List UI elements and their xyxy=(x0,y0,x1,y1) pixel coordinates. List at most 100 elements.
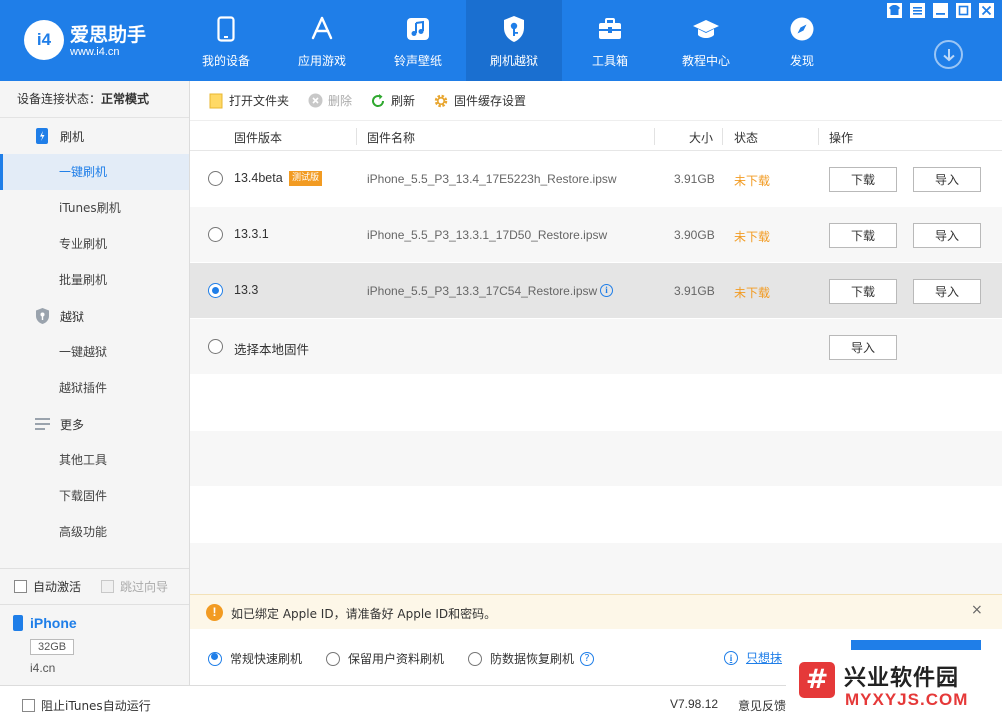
firmware-status: 未下载 xyxy=(734,286,771,300)
firmware-radio[interactable] xyxy=(208,283,223,298)
device-site: i4.cn xyxy=(30,661,56,675)
table-row[interactable]: 13.4beta 测试版 iPhone_5.5_P3_13.4_17E5223h… xyxy=(190,151,1002,207)
nav-toolbox[interactable]: 工具箱 xyxy=(562,0,658,81)
open-folder-button[interactable]: 打开文件夹 xyxy=(208,92,289,109)
close-icon xyxy=(981,5,992,16)
sidebar-item-one-click-jailbreak[interactable]: 一键越狱 xyxy=(0,334,189,370)
skip-guide-option: 跳过向导 xyxy=(101,578,168,595)
auto-activate-checkbox[interactable] xyxy=(14,580,27,593)
import-local-button[interactable]: 导入 xyxy=(829,335,897,360)
toolbar: 打开文件夹 删除 刷新 固件缓存设置 xyxy=(190,81,1002,121)
firmware-filename: iPhone_5.5_P3_13.3_17C54_Restore.ipsw xyxy=(367,284,598,298)
maximize-button[interactable] xyxy=(956,3,971,18)
mode-fast-flash[interactable]: 常规快速刷机 xyxy=(208,650,302,667)
gear-icon xyxy=(433,93,449,109)
menu-icon xyxy=(913,7,922,15)
main-panel: 打开文件夹 删除 刷新 固件缓存设置 固件版本 固件名称 大小 状态 操作 13… xyxy=(190,81,1002,685)
download-manager-button[interactable] xyxy=(934,40,963,69)
app-header: i4 爱思助手 www.i4.cn 我的设备 应用游戏 铃声壁纸 刷机越狱 工具… xyxy=(0,0,1002,81)
empty-row xyxy=(190,375,1002,431)
firmware-radio[interactable] xyxy=(208,171,223,186)
download-arrow-icon xyxy=(942,48,955,61)
header-separator xyxy=(818,128,819,145)
sidebar-item-itunes-flash[interactable]: iTunes刷机 xyxy=(0,190,189,226)
sidebar-group-jailbreak: 越狱 xyxy=(0,298,189,334)
sidebar-item-one-click-flash[interactable]: 一键刷机 xyxy=(0,154,189,190)
mode-keep-data-radio[interactable] xyxy=(326,651,340,666)
sidebar-item-advanced[interactable]: 高级功能 xyxy=(0,514,189,550)
firmware-size: 3.90GB xyxy=(674,228,715,242)
sidebar-item-pro-flash[interactable]: 专业刷机 xyxy=(0,226,189,262)
feedback-link[interactable]: 意见反馈 xyxy=(738,697,786,714)
nav-flash-jailbreak[interactable]: 刷机越狱 xyxy=(466,0,562,81)
mode-anti-recovery[interactable]: 防数据恢复刷机 ? xyxy=(468,650,595,667)
menu-lines-icon xyxy=(34,415,50,433)
auto-activate-option[interactable]: 自动激活 xyxy=(14,578,81,595)
firmware-radio[interactable] xyxy=(208,227,223,242)
nav-tutorials[interactable]: 教程中心 xyxy=(658,0,754,81)
nav-ringtones[interactable]: 铃声壁纸 xyxy=(370,0,466,81)
firmware-table-body: 13.4beta 测试版 iPhone_5.5_P3_13.4_17E5223h… xyxy=(190,151,1002,599)
iphone-icon xyxy=(13,615,23,631)
delete-button: 删除 xyxy=(307,92,352,109)
sidebar-item-batch-flash[interactable]: 批量刷机 xyxy=(0,262,189,298)
logo-badge: i4 xyxy=(24,20,64,60)
firmware-version: 13.3.1 xyxy=(234,227,269,241)
sidebar-item-jailbreak-plugins[interactable]: 越狱插件 xyxy=(0,370,189,406)
device-panel[interactable]: iPhone 32GB i4.cn xyxy=(0,604,189,685)
mode-fast-radio[interactable] xyxy=(208,651,222,666)
nav-my-device[interactable]: 我的设备 xyxy=(178,0,274,81)
firmware-status: 未下载 xyxy=(734,230,771,244)
erase-only-link[interactable]: i 只想抹 xyxy=(724,649,782,666)
block-itunes-checkbox[interactable] xyxy=(22,699,35,712)
table-row[interactable]: 13.3 iPhone_5.5_P3_13.3_17C54_Restore.ip… xyxy=(190,263,1002,319)
menu-button[interactable] xyxy=(910,3,925,18)
mode-keep-data[interactable]: 保留用户资料刷机 xyxy=(326,650,444,667)
minimize-icon xyxy=(936,13,945,15)
local-firmware-radio[interactable] xyxy=(208,339,223,354)
header-name: 固件名称 xyxy=(367,131,416,145)
header-version: 固件版本 xyxy=(234,131,283,145)
sidebar-item-download-firmware[interactable]: 下载固件 xyxy=(0,478,189,514)
cache-settings-button[interactable]: 固件缓存设置 xyxy=(433,92,526,109)
info-icon[interactable]: i xyxy=(600,284,613,297)
table-row[interactable]: 选择本地固件 导入 xyxy=(190,319,1002,375)
warning-icon: ! xyxy=(206,604,223,621)
app-logo[interactable]: i4 爱思助手 www.i4.cn xyxy=(24,18,164,64)
delete-icon xyxy=(307,93,323,109)
import-button[interactable]: 导入 xyxy=(913,167,981,192)
firmware-table-header: 固件版本 固件名称 大小 状态 操作 xyxy=(190,123,1002,151)
device-name: iPhone xyxy=(30,615,77,631)
refresh-button[interactable]: 刷新 xyxy=(370,92,415,109)
import-button[interactable]: 导入 xyxy=(913,279,981,304)
firmware-size: 3.91GB xyxy=(674,284,715,298)
watermark-en: MYXYJS.COM xyxy=(845,690,969,709)
folder-icon xyxy=(208,93,224,109)
firmware-size: 3.91GB xyxy=(674,172,715,186)
minimize-button[interactable] xyxy=(933,3,948,18)
sidebar: 设备连接状态：正常模式 刷机 一键刷机 iTunes刷机 专业刷机 批量刷机 越… xyxy=(0,81,190,685)
sidebar-item-other-tools[interactable]: 其他工具 xyxy=(0,442,189,478)
graduation-cap-icon xyxy=(692,15,720,43)
local-firmware-label: 选择本地固件 xyxy=(234,343,310,357)
window-controls xyxy=(887,3,994,18)
notice-close-icon[interactable]: × xyxy=(971,602,983,618)
skip-guide-checkbox xyxy=(101,580,115,593)
download-button[interactable]: 下载 xyxy=(829,279,897,304)
mode-anti-recovery-radio[interactable] xyxy=(468,651,482,666)
header-separator xyxy=(722,128,723,145)
close-button[interactable] xyxy=(979,3,994,18)
help-icon[interactable]: ? xyxy=(580,651,595,666)
table-row[interactable]: 13.3.1 iPhone_5.5_P3_13.3.1_17D50_Restor… xyxy=(190,207,1002,263)
shirt-icon xyxy=(889,5,900,15)
flash-phone-icon xyxy=(34,127,50,145)
watermark-cn: 兴业软件园 xyxy=(844,666,960,691)
download-button[interactable]: 下载 xyxy=(829,223,897,248)
nav-apps-games[interactable]: 应用游戏 xyxy=(274,0,370,81)
firmware-status: 未下载 xyxy=(734,174,771,188)
skin-button[interactable] xyxy=(887,3,902,18)
block-itunes-option[interactable]: 阻止iTunes自动运行 xyxy=(22,697,151,714)
import-button[interactable]: 导入 xyxy=(913,223,981,248)
download-button[interactable]: 下载 xyxy=(829,167,897,192)
nav-discover[interactable]: 发现 xyxy=(754,0,850,81)
